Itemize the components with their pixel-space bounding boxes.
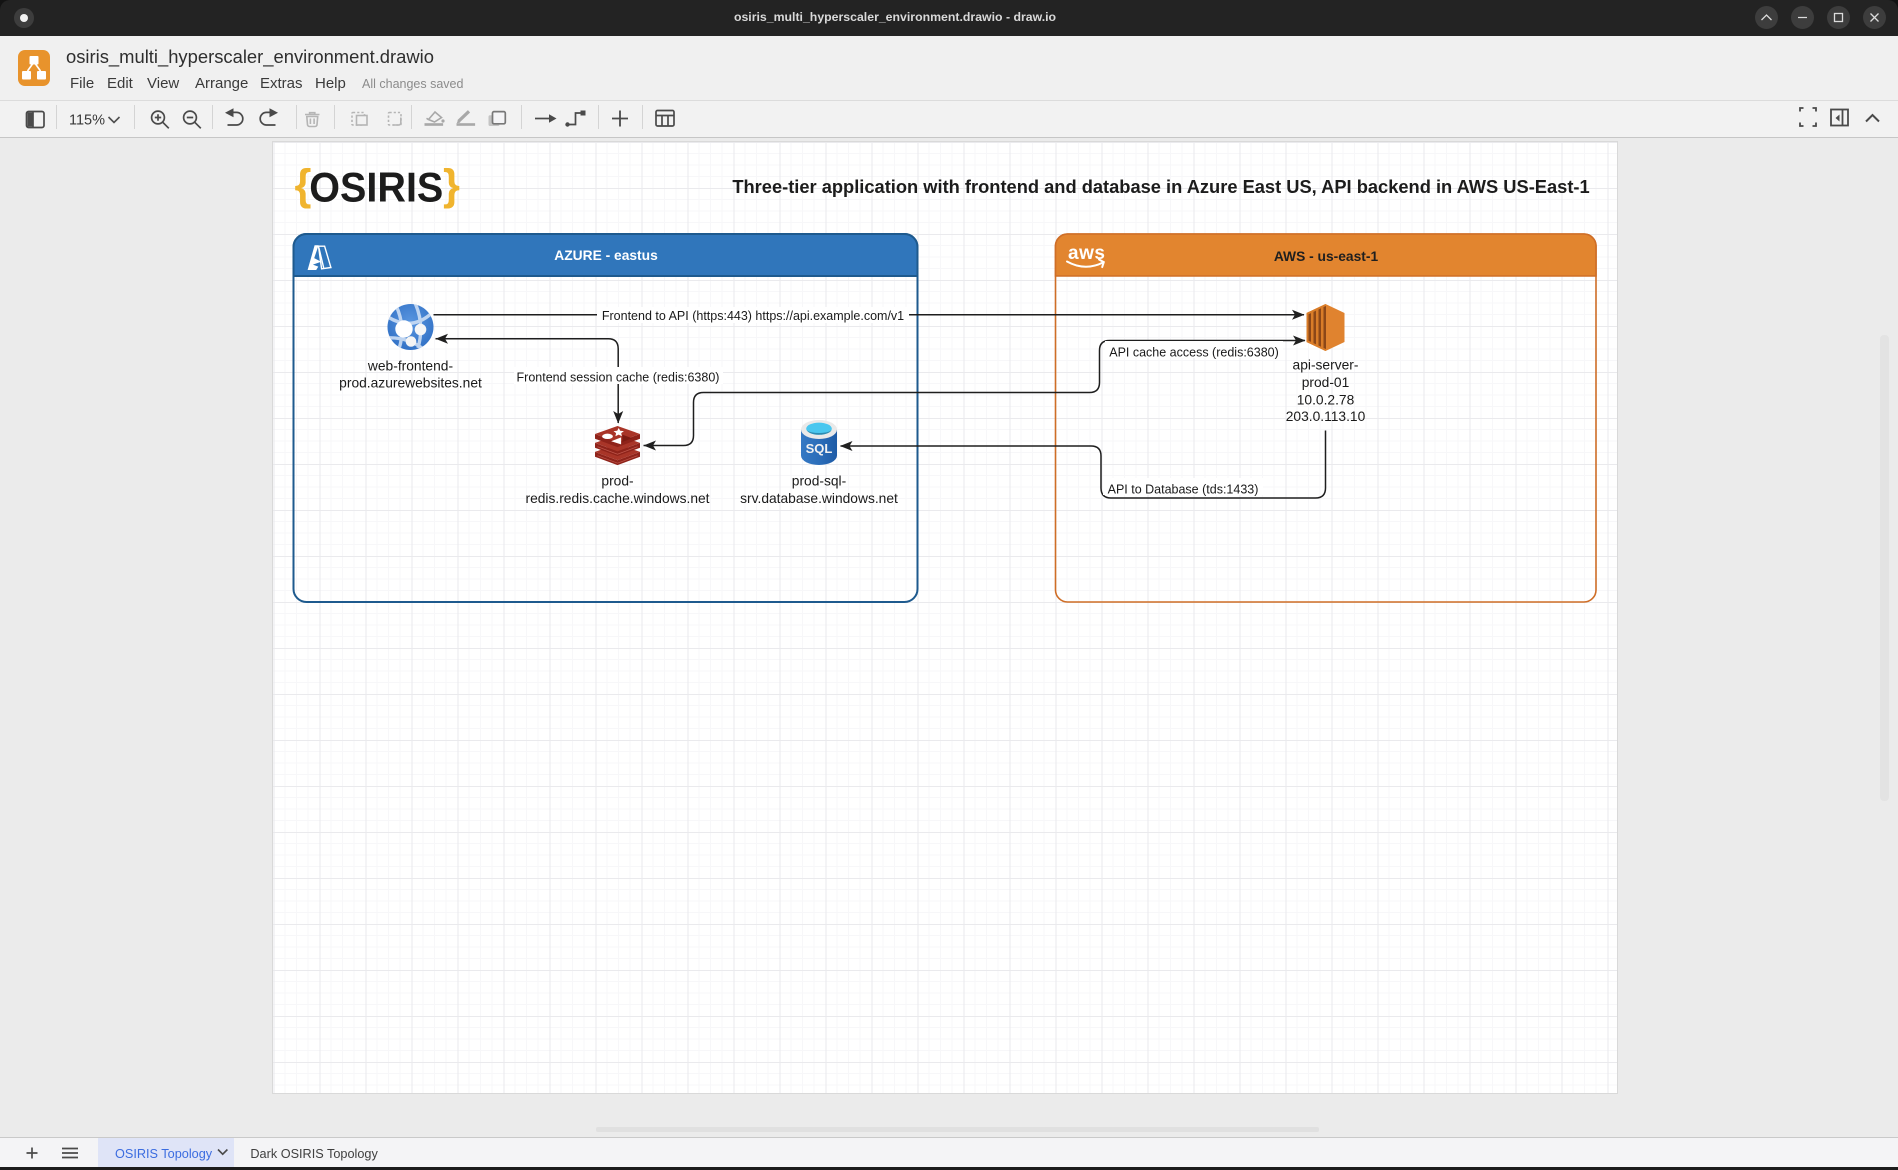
svg-text:srv.database.windows.net: srv.database.windows.net bbox=[740, 491, 898, 506]
svg-text:API cache access (redis:6380): API cache access (redis:6380) bbox=[1109, 346, 1279, 360]
svg-text:prod-: prod- bbox=[601, 474, 633, 489]
svg-text:AZURE - eastus: AZURE - eastus bbox=[554, 248, 658, 263]
svg-text:prod-01: prod-01 bbox=[1302, 375, 1350, 390]
svg-text:Frontend session cache (redis:: Frontend session cache (redis:6380) bbox=[517, 371, 720, 385]
svg-text:redis.redis.cache.windows.net: redis.redis.cache.windows.net bbox=[525, 491, 709, 506]
svg-text:10.0.2.78: 10.0.2.78 bbox=[1297, 392, 1355, 407]
svg-text:API to Database (tds:1433): API to Database (tds:1433) bbox=[1108, 483, 1259, 497]
svg-text:AWS - us-east-1: AWS - us-east-1 bbox=[1274, 249, 1379, 264]
svg-text:web-frontend-: web-frontend- bbox=[367, 359, 453, 374]
svg-text:Frontend to API (https:443) ht: Frontend to API (https:443) https://api.… bbox=[602, 309, 904, 323]
svg-text:SQL: SQL bbox=[806, 441, 833, 456]
svg-text:115%: 115% bbox=[69, 113, 105, 129]
svg-text:prod-sql-: prod-sql- bbox=[792, 474, 846, 489]
svg-text:OSIRIS: OSIRIS bbox=[309, 163, 443, 210]
svg-text:api-server-: api-server- bbox=[1293, 357, 1359, 372]
svg-text:Three-tier application with fr: Three-tier application with frontend and… bbox=[732, 176, 1589, 197]
svg-text:}: } bbox=[443, 161, 460, 209]
svg-text:203.0.113.10: 203.0.113.10 bbox=[1286, 409, 1366, 424]
svg-text:prod.azurewebsites.net: prod.azurewebsites.net bbox=[339, 376, 482, 391]
